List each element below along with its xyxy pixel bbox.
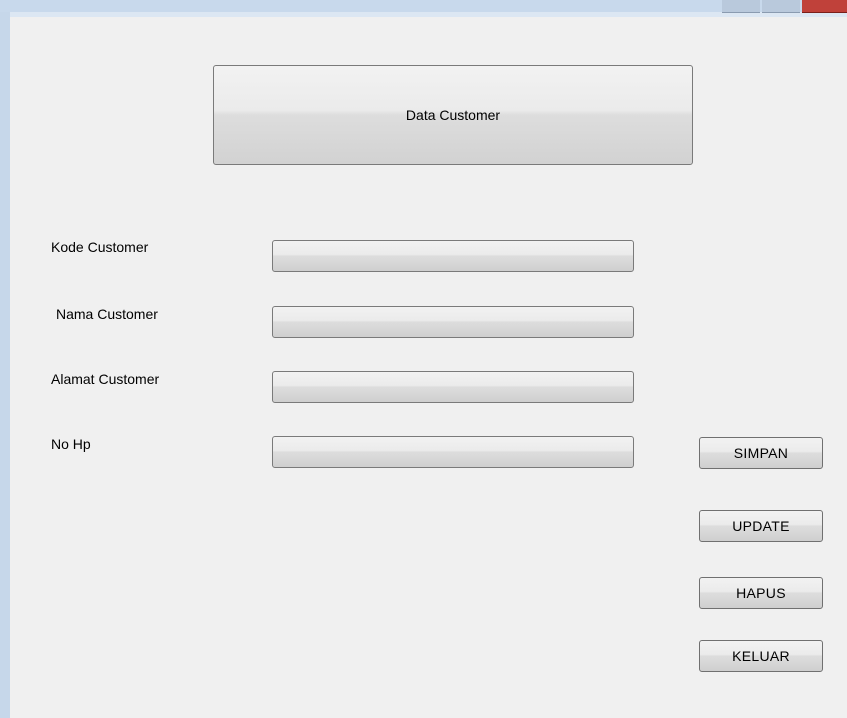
hapus-button[interactable]: HAPUS [699,577,823,609]
form-title: Data Customer [405,107,501,123]
form-title-panel: Data Customer [213,65,693,165]
window-controls [720,0,847,13]
update-button[interactable]: UPDATE [699,510,823,542]
close-button[interactable] [802,0,847,13]
no-hp-label: No Hp [51,436,91,452]
nama-customer-label: Nama Customer [56,306,158,322]
kode-customer-label: Kode Customer [51,239,149,255]
maximize-button[interactable] [762,0,800,13]
alamat-customer-field[interactable] [272,371,634,403]
keluar-button[interactable]: KELUAR [699,640,823,672]
no-hp-field[interactable] [272,436,634,468]
form-client-area: Data Customer Kode Customer Nama Custome… [10,17,847,718]
simpan-button[interactable]: SIMPAN [699,437,823,469]
nama-customer-field[interactable] [272,306,634,338]
kode-customer-field[interactable] [272,240,634,272]
window-left-border [0,12,10,718]
alamat-customer-label: Alamat Customer [51,371,160,387]
minimize-button[interactable] [722,0,760,13]
